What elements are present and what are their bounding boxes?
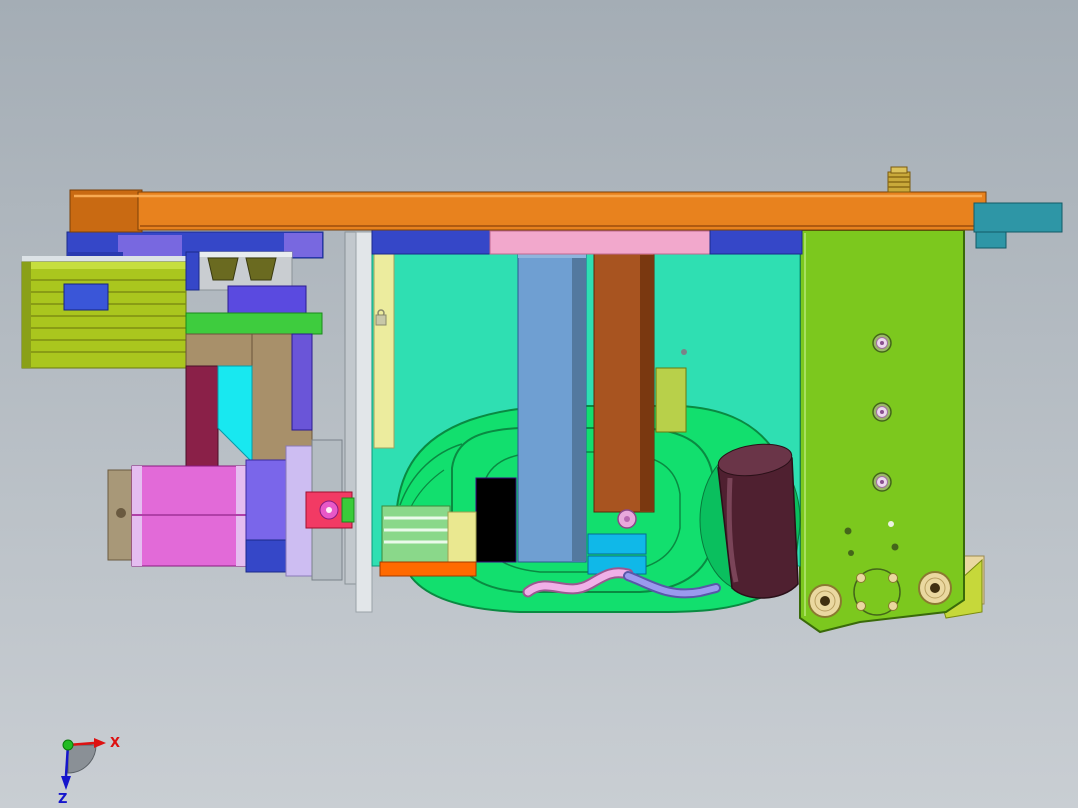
cad-viewport[interactable]: X Z: [0, 0, 1078, 808]
dowel-dot: [888, 521, 894, 527]
part-blue-small[interactable]: [185, 251, 200, 291]
cap-bore: [116, 508, 126, 518]
origin-ball: [62, 739, 74, 751]
dowel-dot: [844, 527, 852, 535]
part-striped-slide[interactable]: [381, 505, 477, 567]
part-yellow-green-insert[interactable]: [655, 367, 687, 433]
mount-blue: [245, 539, 287, 573]
part-blue-rail[interactable]: [709, 229, 803, 255]
teal-end-tab: [975, 231, 1007, 249]
part-connector[interactable]: [196, 251, 293, 291]
washer-bolt[interactable]: [918, 571, 952, 605]
counterbore-hole: [872, 472, 892, 492]
pin-dot: [681, 349, 687, 355]
ejector-pin-button[interactable]: [617, 509, 637, 529]
olive-slot: [207, 257, 239, 281]
vertical-rail[interactable]: [355, 231, 373, 613]
plate-body[interactable]: [137, 191, 987, 231]
cad-canvas[interactable]: X Z: [0, 0, 1078, 808]
part-right-support-plate[interactable]: [799, 229, 985, 634]
part-brown-column[interactable]: [593, 253, 655, 513]
teal-end-block[interactable]: [973, 202, 1063, 233]
part-green-bar[interactable]: [185, 312, 323, 335]
pale-strip: [373, 253, 395, 449]
maroon-slab: [185, 365, 219, 469]
part-chartreuse-block[interactable]: [21, 261, 187, 369]
dowel-dot: [891, 543, 899, 551]
counterbore-hole: [872, 402, 892, 422]
violet-insert: [291, 333, 313, 431]
x-axis-label: X: [110, 736, 120, 751]
dowel-dot: [848, 550, 854, 556]
part-cyan-block[interactable]: [587, 533, 647, 555]
blue-notch: [63, 283, 109, 311]
part-blue-rail[interactable]: [371, 229, 491, 255]
gold-fitting[interactable]: [887, 166, 911, 193]
z-axis-label: Z: [58, 792, 67, 807]
part-pink-rail[interactable]: [489, 230, 711, 255]
part-orange-bar[interactable]: [379, 561, 477, 577]
counterbore-hole: [872, 333, 892, 353]
part-purple-block[interactable]: [475, 477, 517, 563]
part-violet-block[interactable]: [227, 285, 307, 314]
part-mold-core[interactable]: [371, 251, 801, 613]
olive-slot: [245, 257, 277, 281]
washer-bolt[interactable]: [808, 584, 842, 618]
green-stop: [341, 497, 355, 523]
part-steel-column[interactable]: [517, 251, 587, 563]
tie-rod[interactable]: [344, 231, 357, 585]
clamp-center: [326, 507, 332, 513]
